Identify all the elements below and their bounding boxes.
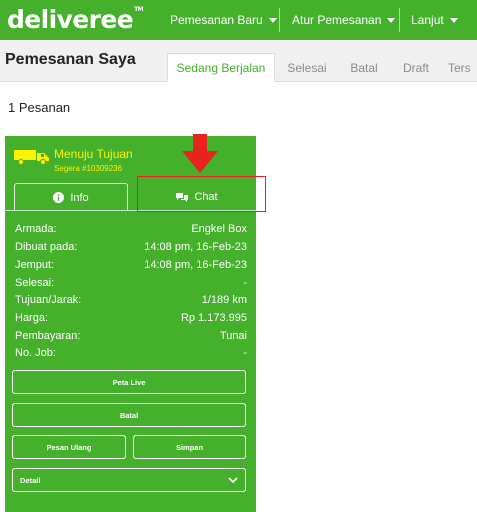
caret-down-icon <box>449 18 458 23</box>
detail-label: No. Job: <box>15 347 56 359</box>
annotation-arrow-icon <box>182 134 218 173</box>
top-navbar: deliveree TM Pemesanan Baru Atur Pemesan… <box>0 0 477 40</box>
nav-pemesanan-baru-label: Pemesanan Baru <box>170 13 263 27</box>
detail-value: - <box>243 277 247 289</box>
nav-separator <box>399 8 400 32</box>
nav-atur-pemesanan[interactable]: Atur Pemesanan <box>292 0 396 40</box>
deliveree-logo[interactable]: deliveree TM <box>7 3 144 35</box>
detail-value: - <box>243 347 247 359</box>
detail-label: Pembayaran: <box>15 330 81 342</box>
nav-pemesanan-baru[interactable]: Pemesanan Baru <box>170 0 277 40</box>
detail-value: 1/189 km <box>201 294 247 306</box>
detail-label: Tujuan/Jarak: <box>15 294 82 306</box>
logo-text: deliveree <box>7 4 134 34</box>
truck-icon <box>14 150 49 165</box>
detail-value: Engkel Box <box>191 223 247 235</box>
pesan-ulang-button[interactable]: Pesan Ulang <box>12 435 126 459</box>
detail-label: Harga: <box>15 312 49 324</box>
detail-row: Jemput: 14:08 pm, 16-Feb-23 <box>15 259 247 275</box>
nav-atur-pemesanan-label: Atur Pemesanan <box>292 13 382 27</box>
booking-id: Segera #10309236 <box>54 164 123 173</box>
detail-row: No. Job: - <box>15 347 247 363</box>
caret-down-icon <box>387 18 396 23</box>
nav-lanjut[interactable]: Lanjut <box>411 0 458 40</box>
info-icon <box>53 192 65 203</box>
tab-draft[interactable]: Draft <box>396 53 436 82</box>
detail-label: Armada: <box>15 223 57 235</box>
order-status: Menuju Tujuan <box>54 147 133 161</box>
tab-batal[interactable]: Batal <box>341 53 387 82</box>
caret-down-icon <box>268 18 277 23</box>
detail-row: Selesai: - <box>15 277 247 293</box>
page-title: Pemesanan Saya <box>5 51 136 68</box>
order-count: 1 Pesanan <box>8 100 71 115</box>
chevron-down-icon <box>227 474 239 488</box>
detail-row: Tujuan/Jarak: 1/189 km <box>15 294 247 310</box>
detail-value: 14:08 pm, 16-Feb-23 <box>144 259 247 271</box>
detail-row: Dibuat pada: 14:08 pm, 16-Feb-23 <box>15 241 247 257</box>
tab-sedang-berjalan[interactable]: Sedang Berjalan <box>167 53 275 82</box>
nav-separator <box>279 8 280 32</box>
tab-info[interactable]: Info <box>14 183 128 211</box>
tab-info-label: Info <box>70 191 89 204</box>
tab-terjadwal[interactable]: Ters <box>448 53 477 82</box>
nav-lanjut-label: Lanjut <box>411 13 444 27</box>
detail-row: Armada: Engkel Box <box>15 223 247 239</box>
detail-value: Rp 1.173.995 <box>180 312 247 324</box>
detail-row: Pembayaran: Tunai <box>15 330 247 346</box>
detail-value: Tunai <box>219 330 247 342</box>
detail-label: Selesai: <box>15 277 55 289</box>
tab-selesai[interactable]: Selesai <box>281 53 333 82</box>
batal-button[interactable]: Batal <box>12 403 246 427</box>
detail-value: 14:08 pm, 16-Feb-23 <box>144 241 247 253</box>
simpan-button[interactable]: Simpan <box>133 435 246 459</box>
detail-row: Harga: Rp 1.173.995 <box>15 312 247 328</box>
peta-live-button[interactable]: Peta Live <box>12 370 246 394</box>
logo-trademark: TM <box>134 6 143 13</box>
detail-dropdown-label: Detail <box>20 475 41 485</box>
detail-label: Dibuat pada: <box>15 241 78 253</box>
detail-label: Jemput: <box>15 259 55 271</box>
annotation-highlight-box <box>137 176 266 212</box>
detail-dropdown[interactable]: Detail <box>12 468 246 492</box>
